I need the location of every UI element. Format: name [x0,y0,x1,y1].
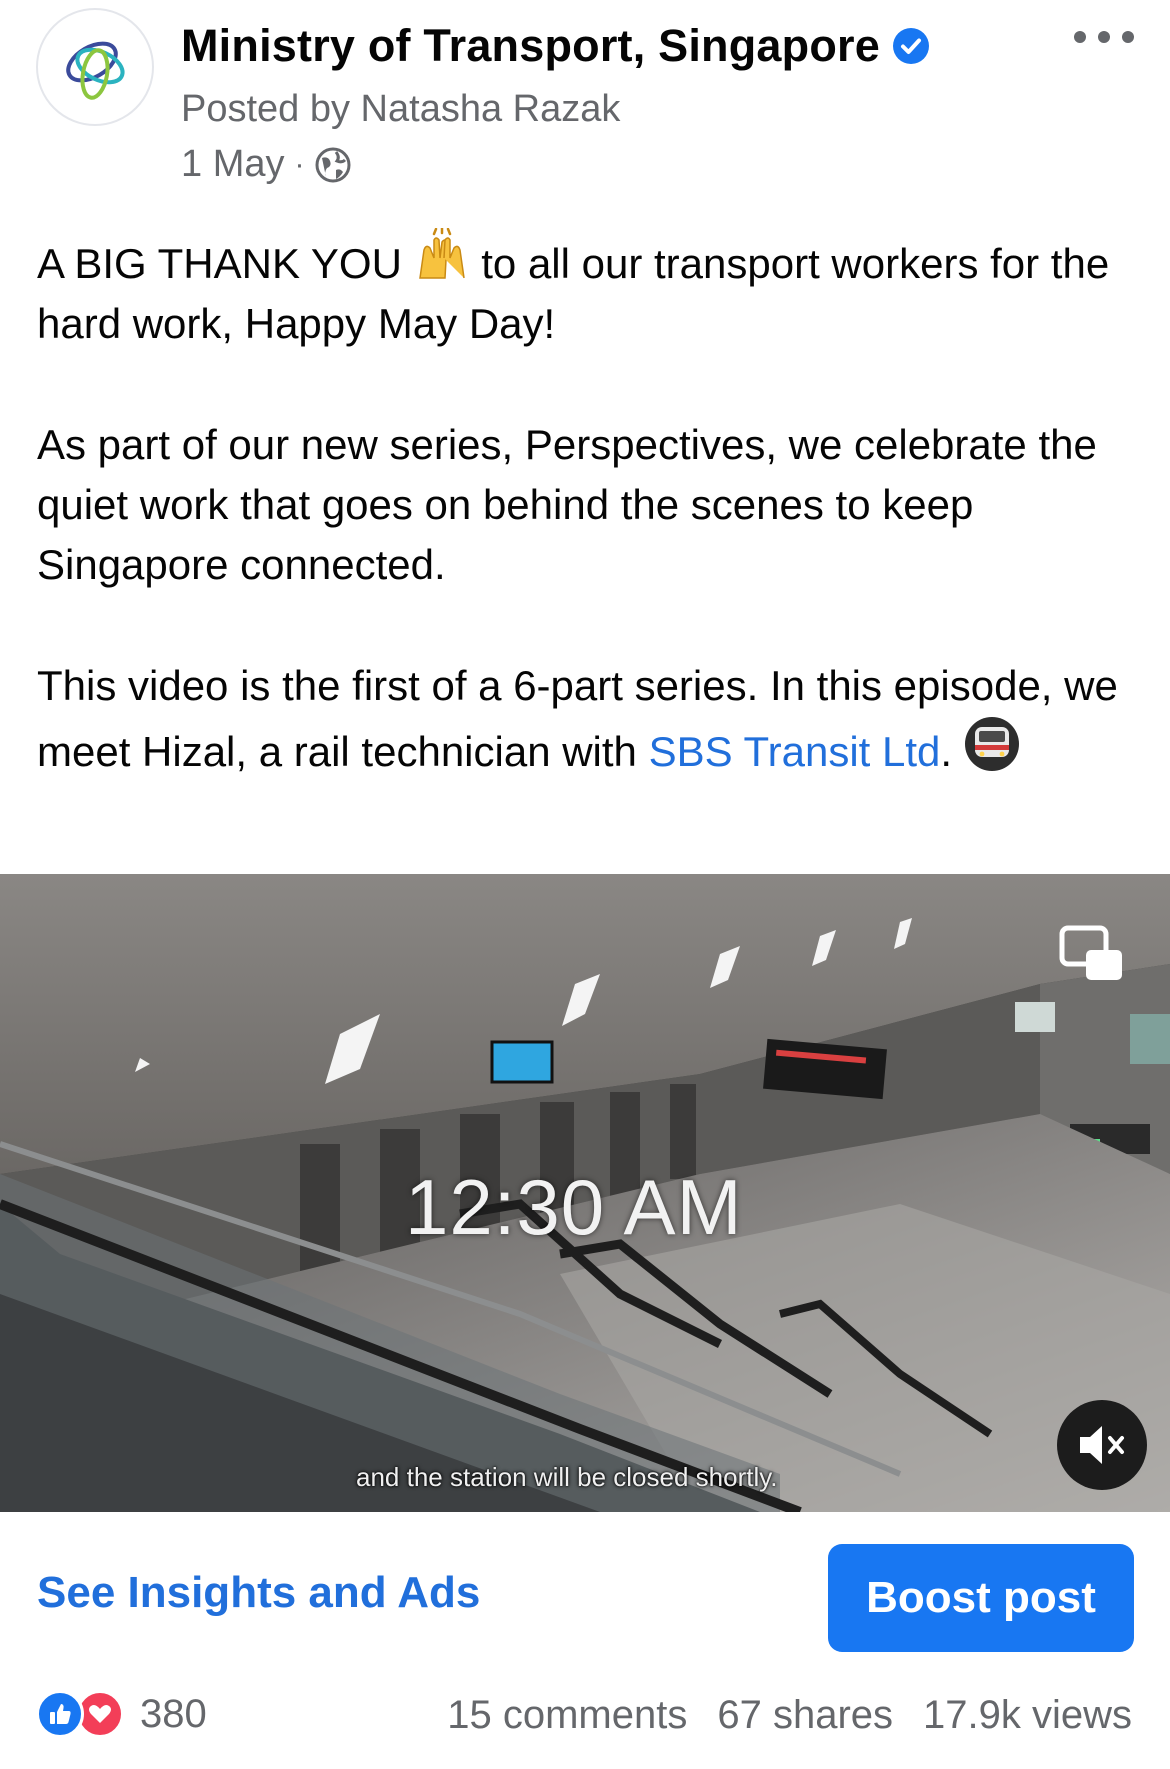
post-paragraph-1: A BIG THANK YOU to all our transport wor… [37,226,1137,354]
reactions-summary[interactable]: 380 [36,1690,207,1738]
views-count[interactable]: 17.9k views [923,1693,1132,1738]
more-dot [1122,31,1134,43]
text-segment: A BIG THANK YOU [37,240,414,287]
ministry-logo-icon [66,41,125,100]
more-options-icon[interactable] [1074,22,1134,52]
more-dot [1074,31,1086,43]
posted-by: Posted by Natasha Razak [181,88,621,130]
muted-speaker-icon[interactable] [1057,1400,1147,1490]
globe-icon[interactable] [314,146,352,184]
reaction-count: 380 [140,1691,207,1736]
post-paragraph-2: As part of our new series, Perspectives,… [37,421,1097,588]
like-icon [36,1690,84,1738]
picture-in-picture-icon[interactable] [1058,924,1126,986]
video-subtitle: and the station will be closed shortly. [356,1462,778,1492]
page-avatar[interactable] [36,8,154,126]
more-dot [1098,31,1110,43]
video-time-overlay: 12:30 AM [405,1163,743,1251]
text-segment: . [940,728,953,775]
page-name-row: Ministry of Transport, Singapore [181,20,930,72]
engagement-stats: 15 comments 67 shares 17.9k views [447,1693,1132,1738]
text-segment: This video is the first of a 6-part seri… [37,662,1118,775]
shares-count[interactable]: 67 shares [717,1693,893,1738]
see-insights-link[interactable]: See Insights and Ads [37,1568,480,1618]
boost-post-button[interactable]: Boost post [828,1544,1134,1652]
post-paragraph-3: This video is the first of a 6-part seri… [37,656,1137,782]
post-date[interactable]: 1 May [181,143,284,186]
post-body: A BIG THANK YOU to all our transport wor… [37,226,1137,782]
meta-separator: · [294,147,305,181]
raising-hands-emoji [414,226,470,284]
metro-emoji [964,716,1020,772]
post-meta: 1 May · [181,143,352,186]
verified-badge-icon [892,28,929,64]
sbs-transit-link[interactable]: SBS Transit Ltd [649,728,941,775]
comments-count[interactable]: 15 comments [447,1693,687,1738]
page-name[interactable]: Ministry of Transport, Singapore [181,20,880,72]
